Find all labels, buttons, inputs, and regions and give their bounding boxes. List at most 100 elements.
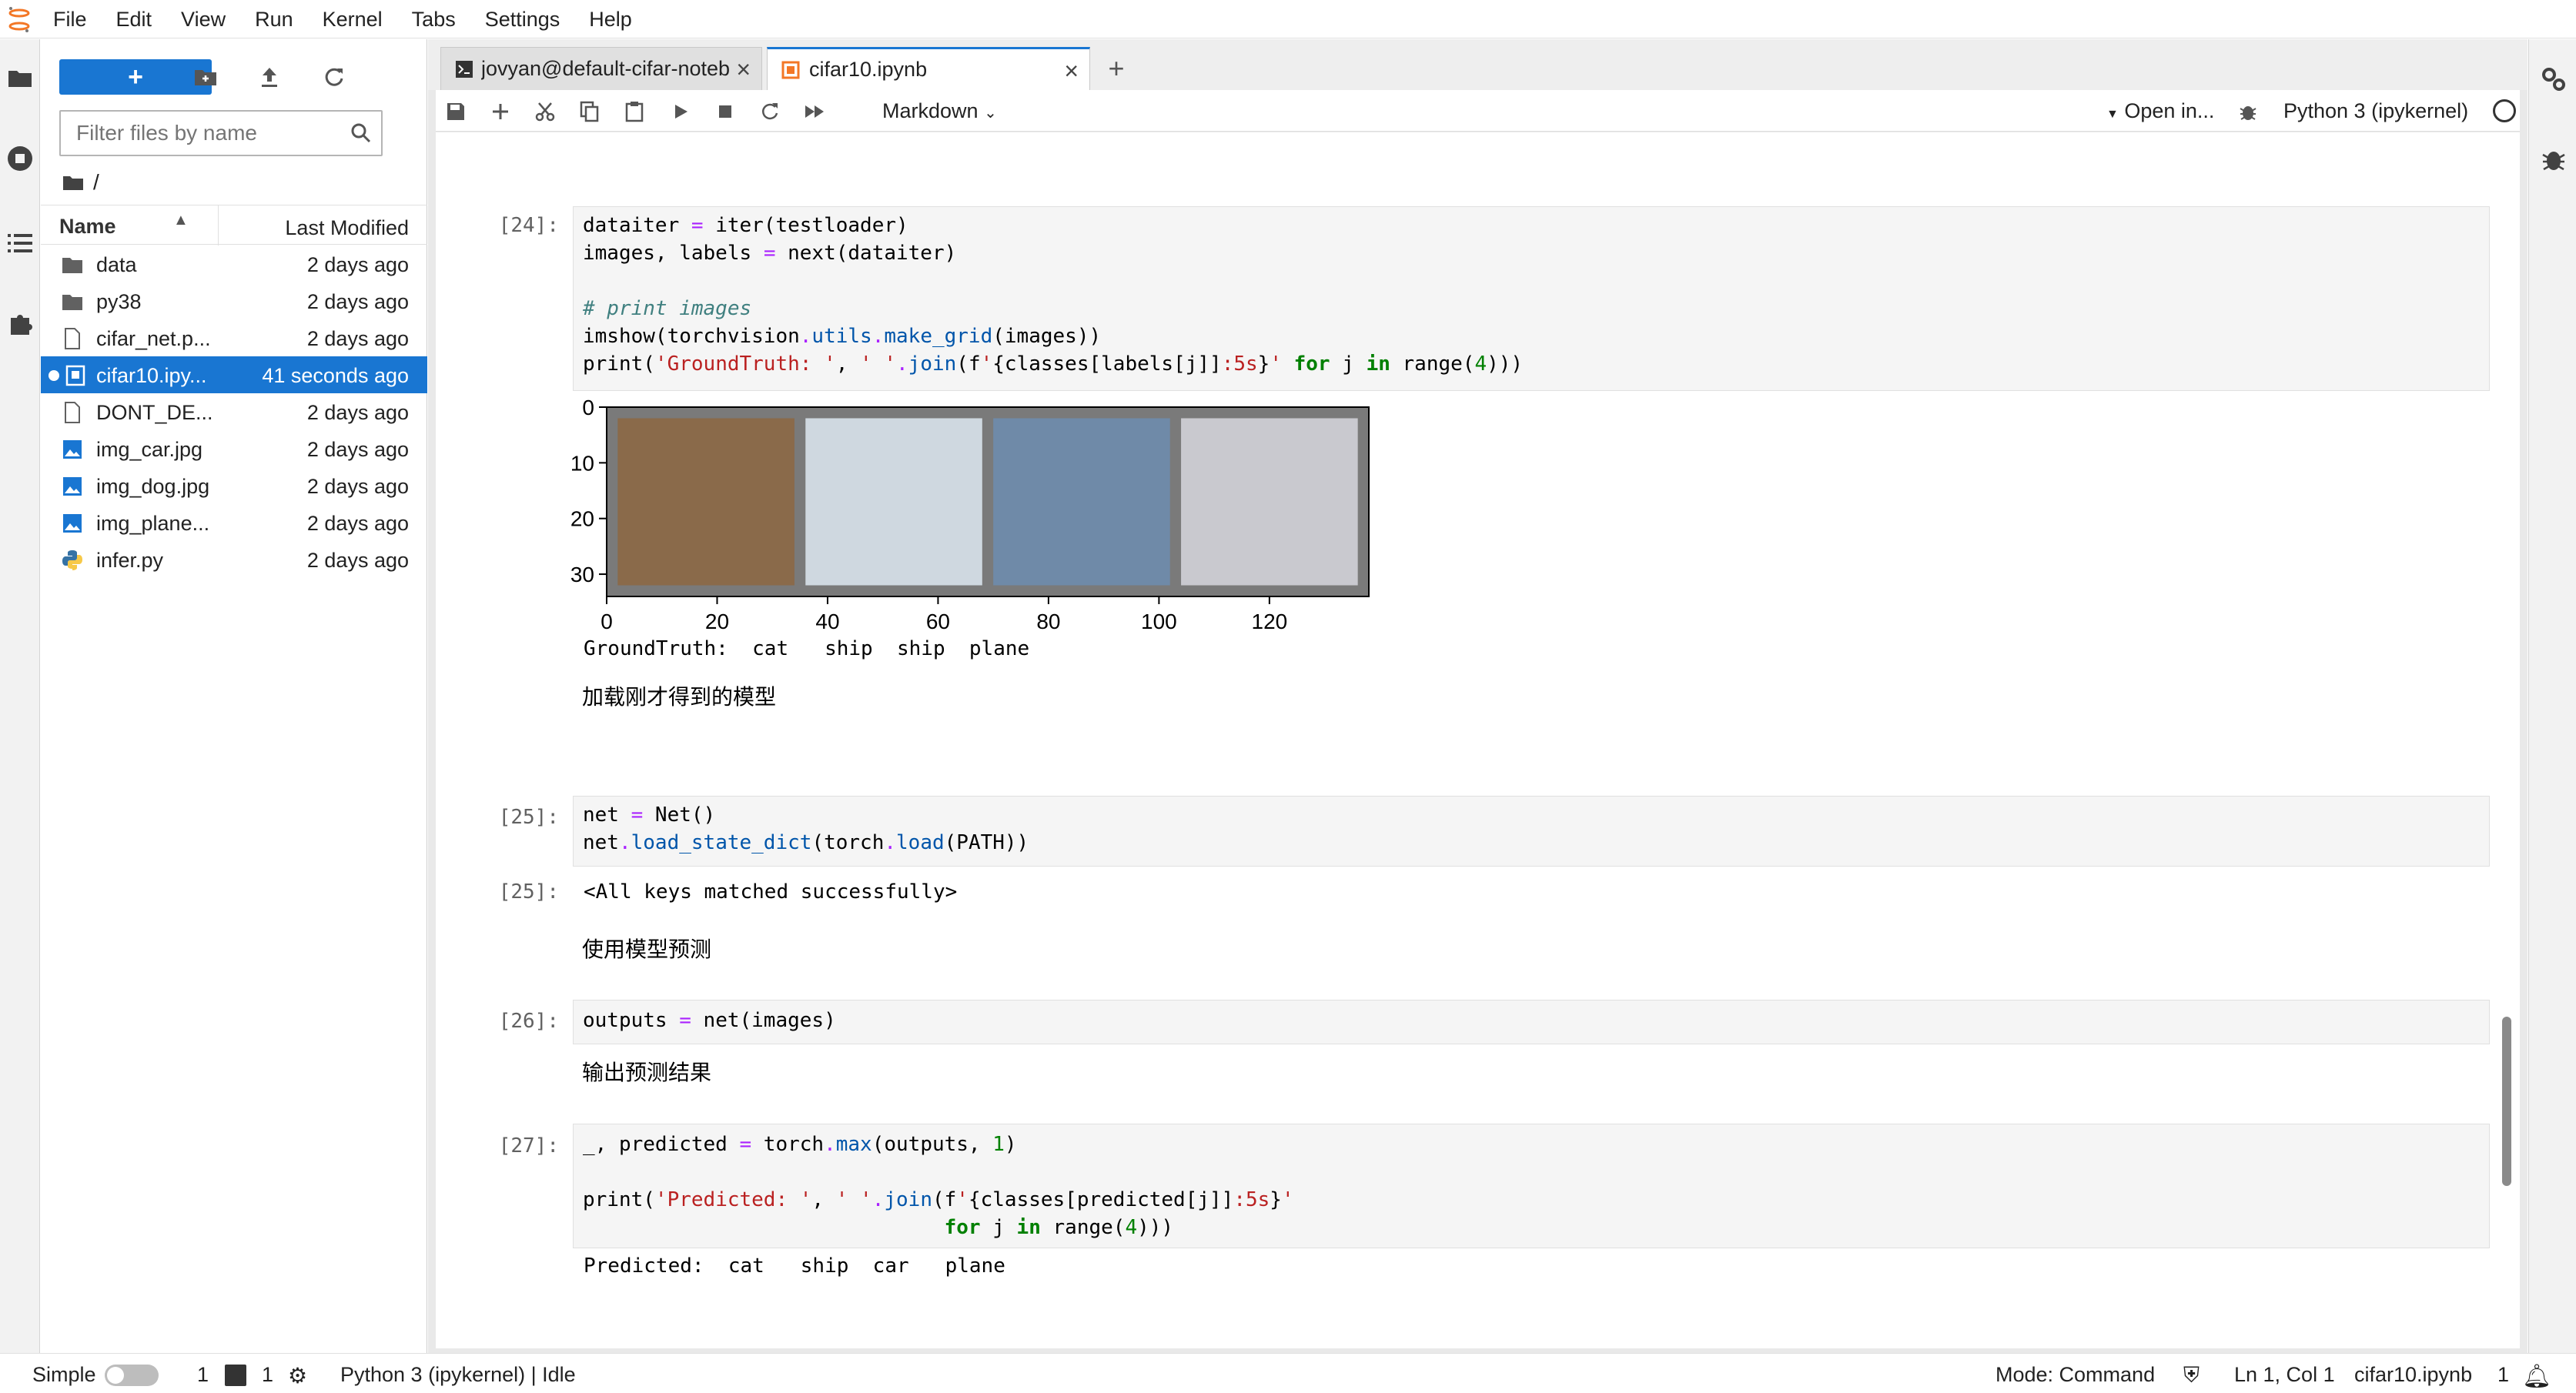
file-name: img_car.jpg: [96, 438, 203, 461]
terminal-count[interactable]: 1: [197, 1363, 209, 1387]
paste-icon[interactable]: [621, 98, 648, 125]
save-icon[interactable]: [442, 98, 470, 125]
folder-icon: [62, 258, 82, 273]
run-icon[interactable]: [667, 98, 694, 125]
trust-shield-icon[interactable]: ⛨: [2183, 1363, 2200, 1388]
running-indicator: [49, 370, 59, 381]
file-row[interactable]: img_plane... 2 days ago: [41, 504, 427, 541]
menu-help[interactable]: Help: [574, 0, 647, 38]
menu-file[interactable]: File: [38, 0, 102, 38]
image-icon: [63, 514, 82, 533]
x-tick-label: 20: [705, 610, 729, 633]
search-icon: [351, 123, 371, 143]
stop-icon[interactable]: [711, 98, 739, 125]
running-sessions-icon[interactable]: [0, 135, 40, 182]
code-line: dataiter = iter(testloader): [583, 214, 908, 237]
current-file: cifar10.ipynb: [2354, 1363, 2473, 1386]
file-row[interactable]: cifar_net.p... 2 days ago: [41, 319, 427, 356]
debugger-icon[interactable]: [2234, 98, 2262, 125]
cell-prompt: [27]:: [498, 1134, 559, 1157]
menu-kernel[interactable]: Kernel: [308, 0, 397, 38]
tab-notebook[interactable]: cifar10.ipynb ×: [767, 47, 1090, 90]
y-tick-label: 30: [570, 563, 594, 586]
notebook-content[interactable]: [24]: dataiter = iter(testloader) images…: [436, 132, 2520, 1348]
kernel-status[interactable]: Python 3 (ipykernel) | Idle: [340, 1363, 576, 1387]
main-dock-panel: jovyan@default-cifar-noteb × cifar10.ipy…: [428, 39, 2527, 1353]
extension-icon[interactable]: [0, 301, 40, 347]
cursor-position[interactable]: Ln 1, Col 1: [2234, 1363, 2335, 1387]
open-in-dropdown[interactable]: ▼ Open in...: [2106, 99, 2214, 123]
column-name-header[interactable]: Name: [59, 215, 116, 239]
breadcrumb-root[interactable]: /: [93, 170, 99, 195]
folder-icon: [62, 295, 82, 310]
file-modified: 2 days ago: [306, 290, 409, 313]
code-line: images, labels = next(dataiter): [583, 242, 957, 265]
insert-cell-icon[interactable]: [487, 98, 514, 125]
restart-icon[interactable]: [756, 98, 784, 125]
upload-icon[interactable]: [253, 61, 286, 93]
menu-settings[interactable]: Settings: [470, 0, 575, 38]
markdown-cell[interactable]: 使用模型预测: [582, 933, 711, 964]
left-sidebar: [0, 39, 40, 1353]
file-row[interactable]: infer.py 2 days ago: [41, 541, 427, 578]
close-icon[interactable]: ×: [736, 55, 751, 84]
markdown-cell[interactable]: 输出预测结果: [582, 1056, 711, 1087]
cell-type-value: Markdown: [882, 99, 979, 122]
status-bar: Simple 1 1 ⚙ Python 3 (ipykernel) | Idle…: [0, 1353, 2576, 1393]
jupyterlab-window: File Edit View Run Kernel Tabs Settings …: [0, 0, 2576, 1393]
simple-mode-label: Simple: [32, 1363, 96, 1386]
kernel-gear-icon: ⚙: [288, 1364, 308, 1388]
x-tick-label: 100: [1141, 610, 1177, 633]
menu-edit[interactable]: Edit: [102, 0, 167, 38]
file-row[interactable]: DONT_DE... 2 days ago: [41, 393, 427, 430]
tab-terminal[interactable]: jovyan@default-cifar-noteb ×: [440, 47, 762, 90]
file-modified: 2 days ago: [306, 438, 409, 461]
notebook-icon: [65, 365, 85, 386]
code-cell[interactable]: outputs = net(images): [573, 1000, 2490, 1044]
file-row[interactable]: img_dog.jpg 2 days ago: [41, 467, 427, 504]
code-line: net = Net(): [583, 803, 716, 827]
kernel-name[interactable]: Python 3 (ipykernel): [2283, 99, 2468, 123]
file-list-header: Name ▲ Last Modified: [41, 205, 427, 246]
code-cell[interactable]: _, predicted = torch.max(outputs, 1) pri…: [573, 1124, 2490, 1248]
menu-run[interactable]: Run: [240, 0, 308, 38]
close-icon[interactable]: ×: [1064, 57, 1079, 85]
column-modified-header[interactable]: Last Modified: [285, 216, 409, 240]
menu-tabs[interactable]: Tabs: [397, 0, 470, 38]
file-modified: 2 days ago: [306, 327, 409, 350]
fast-forward-icon[interactable]: [801, 98, 828, 125]
refresh-icon[interactable]: [318, 61, 350, 93]
file-row-selected[interactable]: cifar10.ipy... 41 seconds ago: [41, 356, 427, 393]
debugger-icon[interactable]: [2540, 145, 2568, 173]
file-row[interactable]: py38 2 days ago: [41, 282, 427, 319]
file-row[interactable]: data 2 days ago: [41, 246, 427, 282]
notebook-mode[interactable]: Mode: Command: [1996, 1363, 2155, 1387]
folder-icon: [63, 176, 83, 190]
new-folder-icon[interactable]: [189, 61, 222, 93]
table-of-contents-icon[interactable]: [0, 220, 40, 266]
notebook-scrollbar[interactable]: [2502, 1017, 2511, 1186]
file-name: img_dog.jpg: [96, 475, 210, 498]
file-name: data: [96, 253, 137, 276]
cut-icon[interactable]: [531, 98, 559, 125]
sort-ascending-icon[interactable]: ▲: [173, 212, 189, 229]
filter-files-input[interactable]: Filter files by name: [59, 110, 383, 156]
markdown-cell[interactable]: 加载刚才得到的模型: [582, 680, 776, 711]
folder-icon[interactable]: [0, 55, 40, 101]
image-output: 0 20 40 60 80 100 120 0 10 20 30: [551, 396, 1398, 648]
simple-mode-toggle[interactable]: [105, 1365, 159, 1386]
file-row[interactable]: img_car.jpg 2 days ago: [41, 430, 427, 467]
copy-icon[interactable]: [576, 98, 604, 125]
code-cell[interactable]: dataiter = iter(testloader) images, labe…: [573, 206, 2490, 391]
menu-view[interactable]: View: [166, 0, 240, 38]
bell-icon[interactable]: 🔔︎: [2522, 1363, 2551, 1390]
notification-count[interactable]: 1: [2497, 1363, 2509, 1387]
code-cell[interactable]: net = Net() net.load_state_dict(torch.lo…: [573, 796, 2490, 867]
kernel-count[interactable]: 1: [262, 1363, 273, 1387]
breadcrumb[interactable]: /: [62, 169, 99, 196]
code-line: _, predicted = torch.max(outputs, 1): [583, 1133, 1017, 1156]
cell-type-select[interactable]: Markdown ⌄: [882, 99, 997, 123]
new-tab-button[interactable]: +: [1098, 50, 1135, 87]
property-inspector-icon[interactable]: [2540, 65, 2568, 93]
code-line: print('Predicted: ', ' '.join(f'{classes…: [583, 1188, 1294, 1211]
